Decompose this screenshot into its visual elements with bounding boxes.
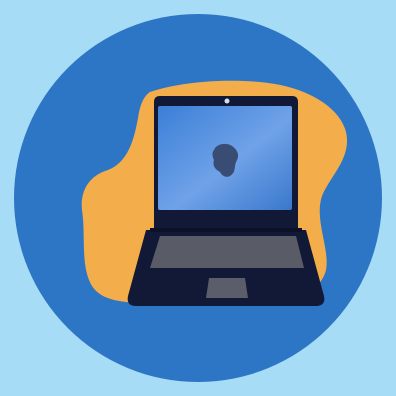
laptop-illustration — [0, 0, 396, 396]
illustration-svg — [0, 0, 396, 396]
trackpad — [206, 278, 248, 298]
camera-icon — [224, 98, 230, 104]
hinge — [150, 228, 302, 232]
keyboard — [150, 236, 304, 268]
